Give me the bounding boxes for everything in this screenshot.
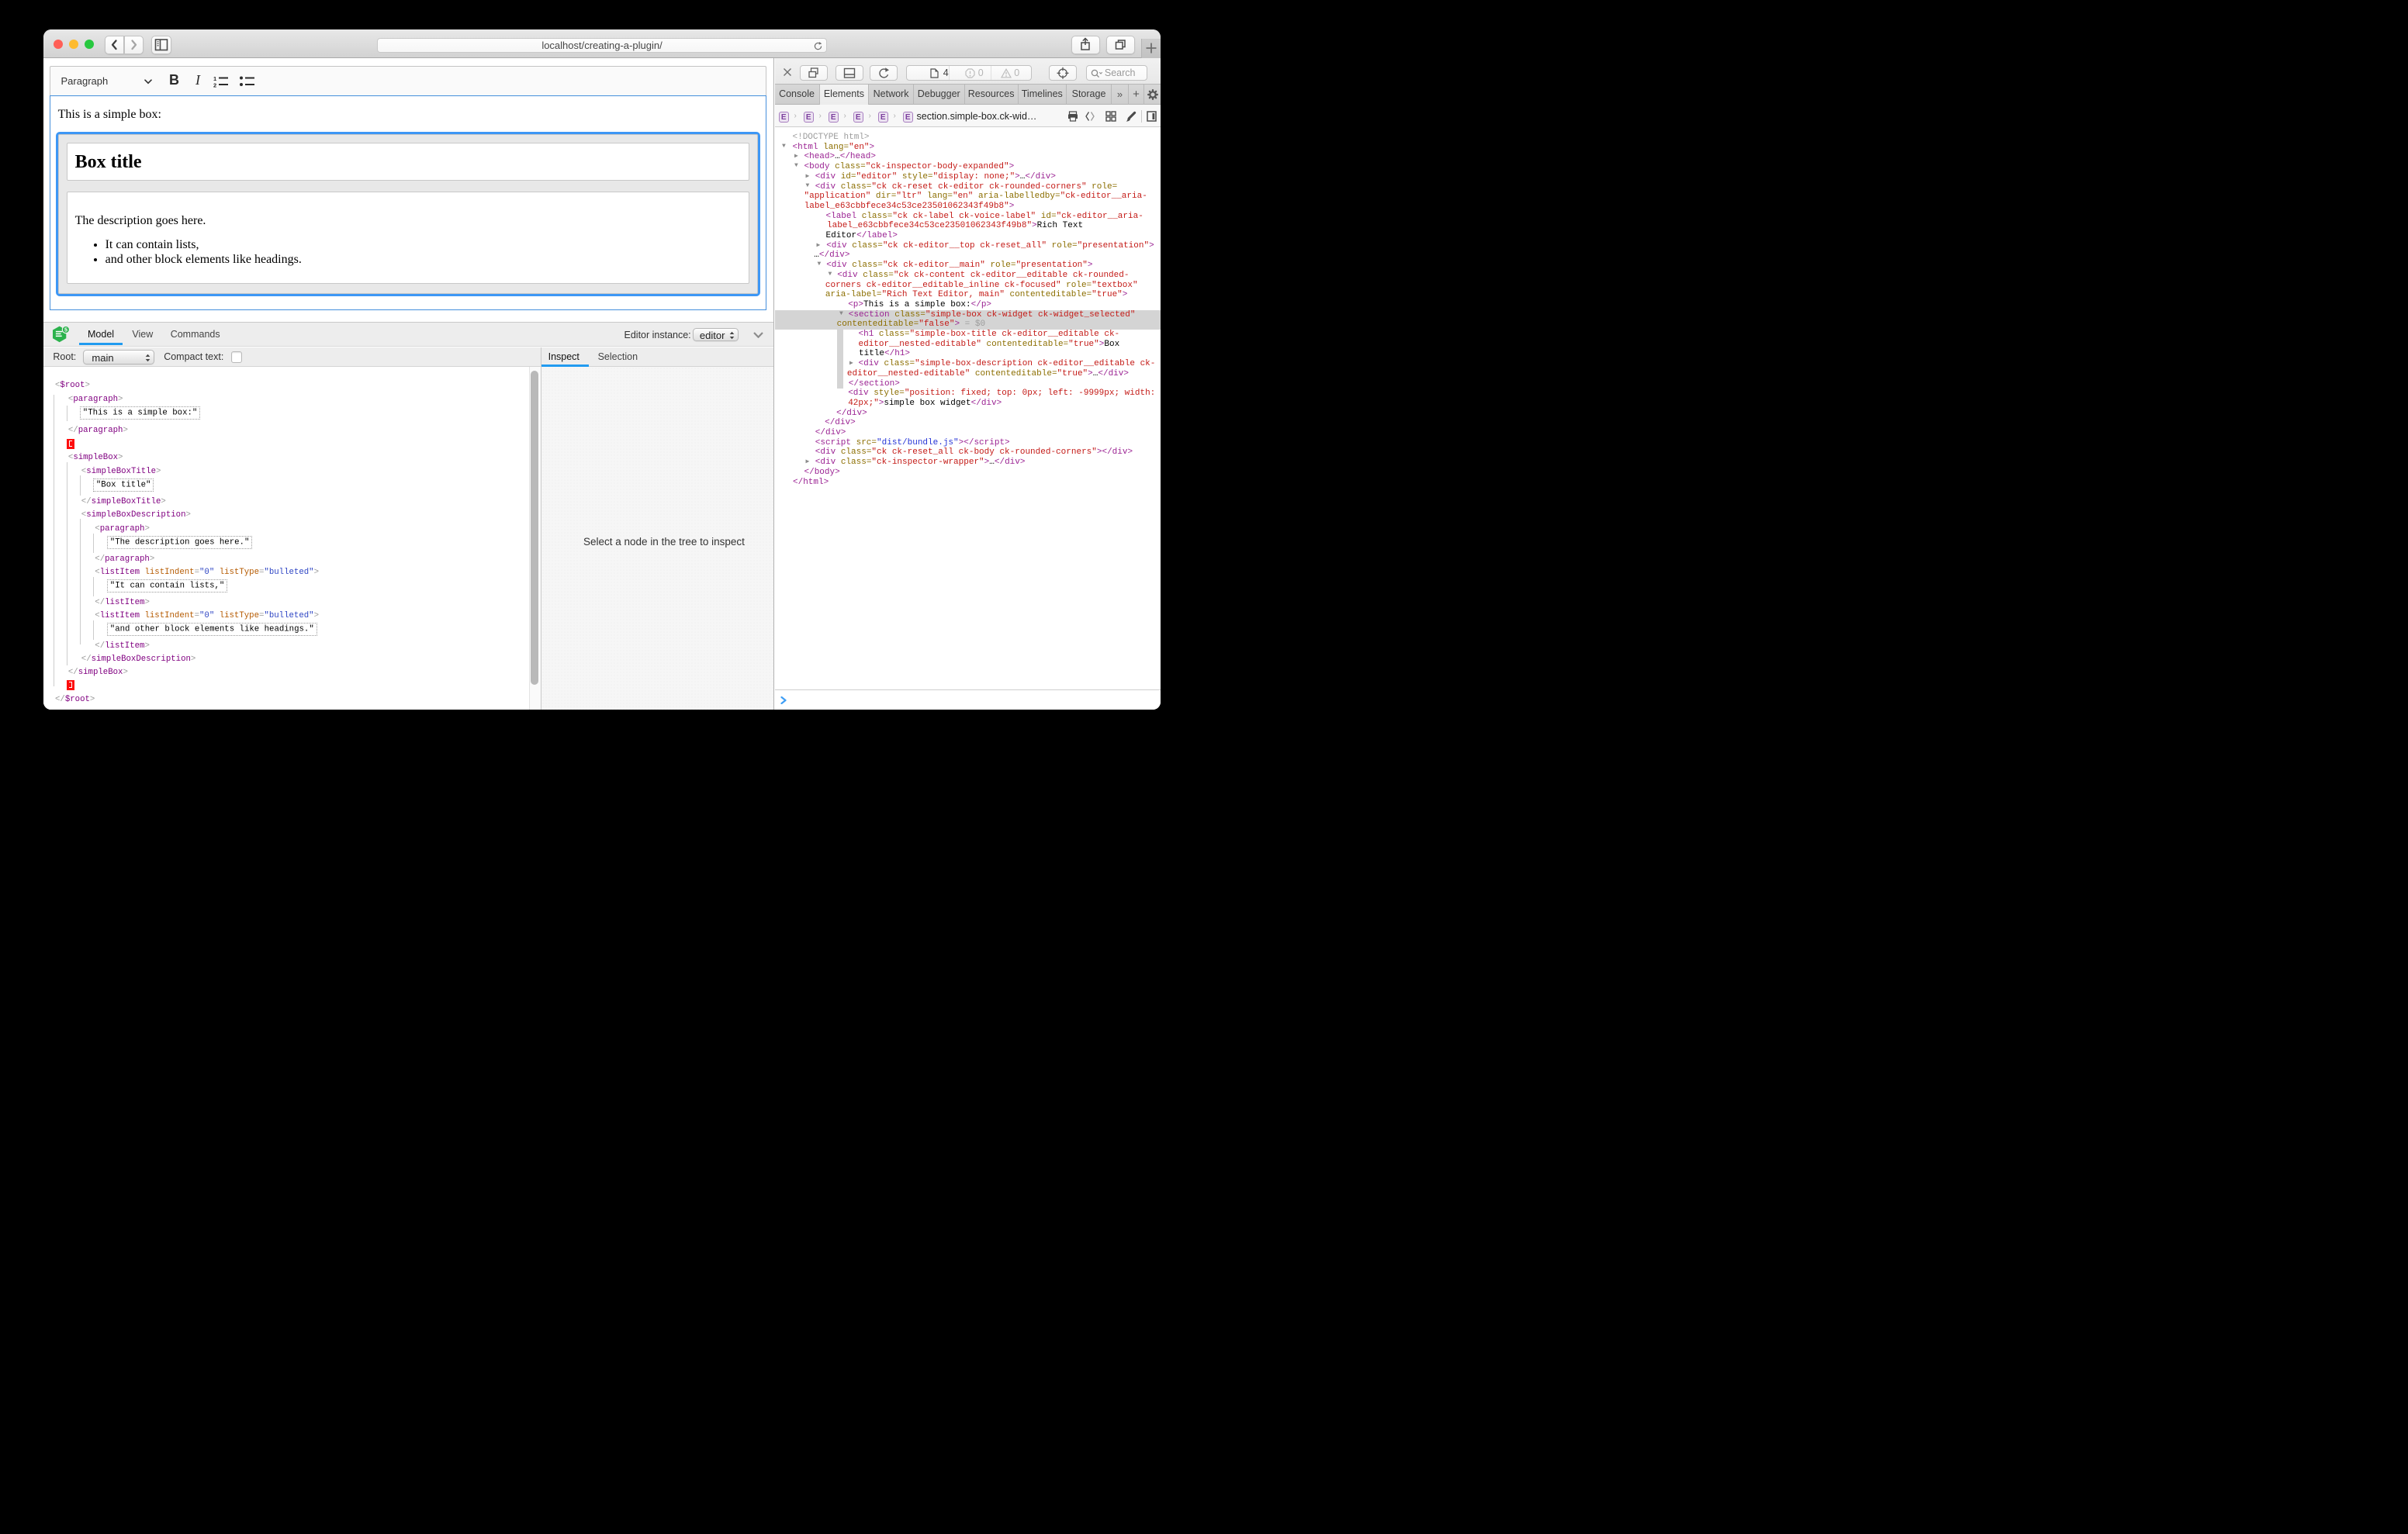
svg-text:2: 2 [213,82,216,88]
svg-text:5: 5 [64,327,67,333]
